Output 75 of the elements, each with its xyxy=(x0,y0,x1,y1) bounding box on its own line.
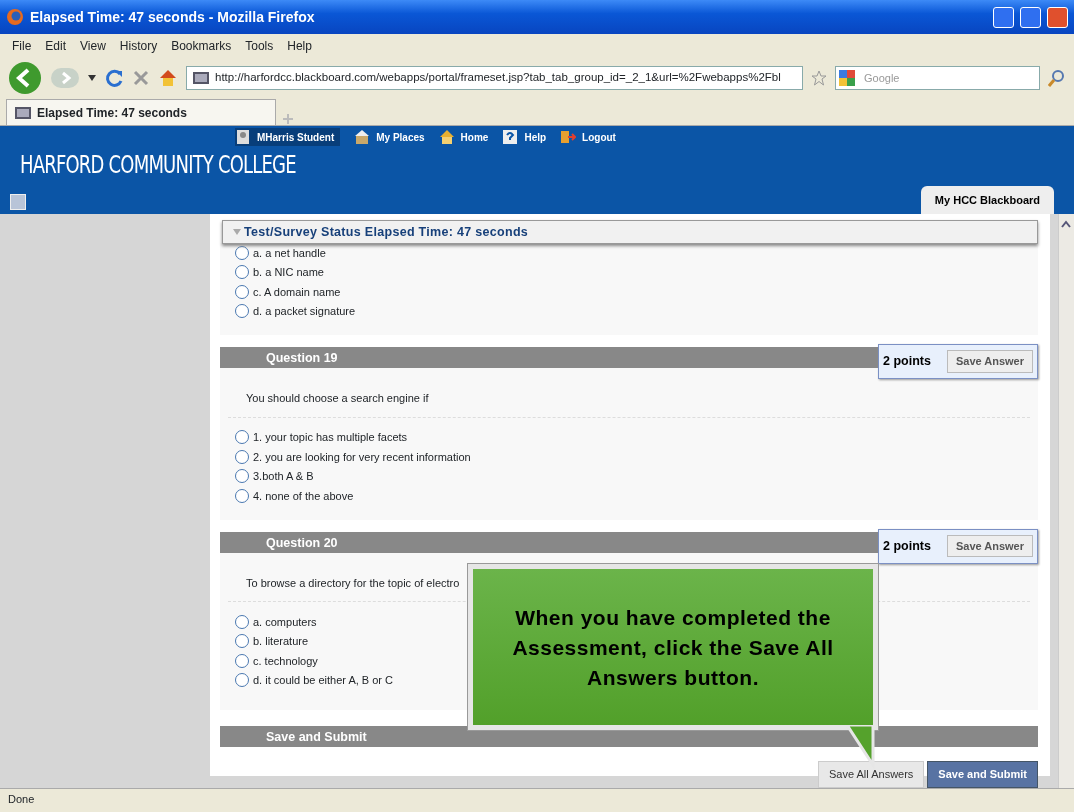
menu-item[interactable]: File xyxy=(12,37,32,55)
option-label: c. technology xyxy=(253,653,318,669)
menu-item[interactable]: History xyxy=(119,37,158,55)
home-icon[interactable] xyxy=(158,68,178,88)
building-icon xyxy=(354,129,371,145)
panel-toggle-icon[interactable] xyxy=(10,194,26,210)
college-name: HARFORD COMMUNITY COLLEGE xyxy=(20,149,296,181)
search-icon[interactable] xyxy=(1048,69,1066,87)
user-icon xyxy=(235,129,251,145)
radio-button[interactable] xyxy=(235,304,249,319)
question-heading: Question 19 xyxy=(266,351,338,365)
radio-button[interactable] xyxy=(235,449,249,464)
scrollbar[interactable] xyxy=(1058,214,1074,788)
door-icon xyxy=(560,129,577,145)
radio-button[interactable] xyxy=(235,265,249,280)
menu-item[interactable]: Help xyxy=(287,37,312,55)
save-answer-button[interactable]: Save Answer xyxy=(946,350,1033,373)
home-icon xyxy=(438,129,455,145)
collapse-icon xyxy=(233,229,241,235)
window-title: Elapsed Time: 47 seconds - Mozilla Firefox xyxy=(30,7,316,27)
nav-link[interactable]: Help xyxy=(502,129,547,145)
option-label: c. A domain name xyxy=(253,284,341,300)
submit-button[interactable]: Save and Submit xyxy=(927,761,1038,788)
radio-button[interactable] xyxy=(235,488,249,503)
save-all-button[interactable]: Save All Answers xyxy=(818,761,925,788)
option-label: a. computers xyxy=(253,614,317,630)
radio-button[interactable] xyxy=(235,614,249,629)
stop-icon[interactable] xyxy=(132,69,150,87)
save-answer-button[interactable]: Save Answer xyxy=(946,534,1033,558)
nav-link[interactable]: My Places xyxy=(354,129,425,145)
option-label: d. it could be either A, B or C xyxy=(253,673,394,688)
option-label: 2. you are looking for very recent information xyxy=(253,449,471,465)
option-label: 1. your topic has multiple facets xyxy=(253,430,408,445)
radio-button[interactable] xyxy=(235,673,249,688)
minimize-button[interactable] xyxy=(993,6,1014,28)
close-button[interactable] xyxy=(1047,6,1068,28)
callout-text: When you have completed the Assessment, click the Save All Answers button. xyxy=(468,564,878,730)
dropdown-icon[interactable] xyxy=(88,75,96,81)
reload-icon[interactable] xyxy=(104,68,124,88)
radio-button[interactable] xyxy=(235,430,249,445)
help-icon xyxy=(502,129,519,145)
points-label: 2 points xyxy=(883,353,931,371)
menu-item[interactable]: View xyxy=(80,37,106,55)
option-label: b. a NIC name xyxy=(253,265,324,280)
radio-button[interactable] xyxy=(235,469,249,484)
page-icon xyxy=(15,106,31,119)
option-label: 4. none of the above xyxy=(253,488,354,504)
browser-tab[interactable]: Elapsed Time: 47 seconds xyxy=(6,99,276,125)
browser-logo-icon xyxy=(6,8,24,26)
question-text: You should choose a search engine if xyxy=(228,368,1030,418)
option-label: d. a packet signature xyxy=(253,304,356,319)
course-tab[interactable]: My HCC Blackboard xyxy=(920,185,1054,214)
site-icon xyxy=(193,72,209,84)
nav-link[interactable]: Home xyxy=(438,129,489,145)
star-icon[interactable] xyxy=(811,70,827,86)
address-field[interactable]: http://harfordcc.blackboard.com/webapps/portal/frameset.jsp?tab_tab_group_id=_2_1&url=%2Fwebapps%2Fbl xyxy=(186,66,803,90)
nav-link[interactable]: MHarris Student xyxy=(235,128,341,146)
radio-button[interactable] xyxy=(235,284,249,299)
radio-button[interactable] xyxy=(235,653,249,668)
option-label: a. a net handle xyxy=(253,245,326,261)
status-text: Done xyxy=(8,792,35,808)
status-panel[interactable]: Test/Survey Status Elapsed Time: 47 seconds xyxy=(222,220,1038,244)
nav-link[interactable]: Logout xyxy=(560,129,616,145)
section-heading: Save and Submit xyxy=(266,730,367,744)
menu-item[interactable]: Edit xyxy=(45,37,67,55)
question-heading: Question 20 xyxy=(266,535,338,550)
menu-item[interactable]: Bookmarks xyxy=(171,37,232,55)
radio-button[interactable] xyxy=(235,634,249,649)
option-label: 3.both A & B xyxy=(253,469,314,484)
points-label: 2 points xyxy=(883,537,931,555)
menu-item[interactable]: Tools xyxy=(245,37,274,55)
maximize-button[interactable] xyxy=(1020,6,1041,28)
back-icon[interactable] xyxy=(8,61,42,95)
option-label: b. literature xyxy=(253,634,309,649)
radio-button[interactable] xyxy=(235,245,249,260)
